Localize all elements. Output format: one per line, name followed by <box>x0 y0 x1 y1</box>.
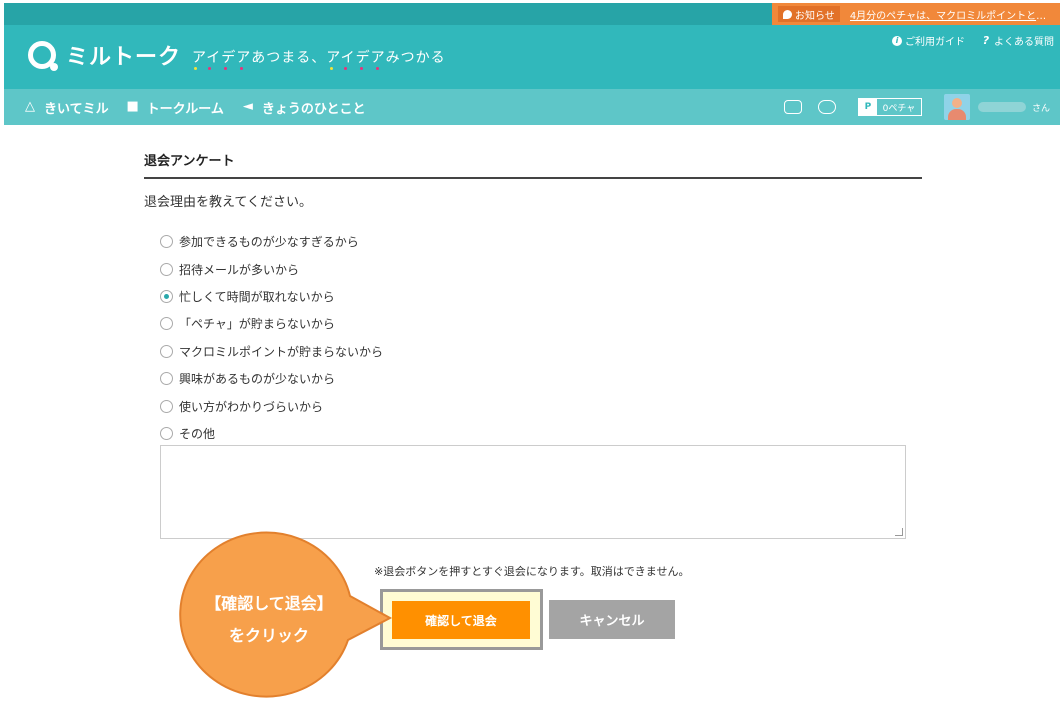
other-reason-textarea[interactable] <box>160 445 906 539</box>
point-badge[interactable]: P 0ペチャ <box>857 98 922 116</box>
confirm-withdraw-button[interactable]: 確認して退会 <box>392 601 530 639</box>
likes-icon[interactable] <box>817 100 836 114</box>
tagline-dot <box>208 67 211 70</box>
tagline-dots <box>194 67 454 71</box>
guide-label: ご利用ガイド <box>905 37 965 48</box>
reason-option[interactable]: 「ペチャ」が貯まらないから <box>160 310 383 337</box>
radio-button[interactable] <box>160 399 173 413</box>
nav-label: トークルーム <box>146 101 224 117</box>
radio-button[interactable] <box>160 344 173 358</box>
tagline-dot <box>194 67 197 70</box>
nav-item-hitokoto[interactable]: ◄ きょうのひとこと <box>240 98 366 117</box>
guide-link[interactable]: i ご利用ガイド <box>892 33 965 48</box>
logo-text: ミルトーク <box>66 45 182 70</box>
cancel-button[interactable]: キャンセル <box>549 600 675 639</box>
option-label: 参加できるものが少なすぎるから <box>179 235 359 250</box>
point-value: 0ペチャ <box>876 99 921 115</box>
faq-label: よくある質問 <box>994 37 1054 48</box>
notice-area: お知らせ 4月分のペチャは、マクロミルポイントとし… <box>772 3 1060 25</box>
reason-option[interactable]: マクロミルポイントが貯まらないから <box>160 338 383 365</box>
callout-line-1: 【確認して退会】 <box>205 594 333 613</box>
notice-link[interactable]: 4月分のペチャは、マクロミルポイントとし… <box>850 7 1050 22</box>
help-links: i ご利用ガイド ? よくある質問 <box>892 33 1054 48</box>
reason-option[interactable]: 招待メールが多いから <box>160 255 383 282</box>
user-name-blurred <box>977 102 1026 112</box>
nav-label: きいてミル <box>44 101 109 117</box>
top-notice-bar: お知らせ 4月分のペチャは、マクロミルポイントとし… <box>4 3 1060 25</box>
radio-button[interactable] <box>160 235 173 249</box>
nav-list: △ きいてミル ■ トークルーム ◄ きょうのひとこと <box>22 89 365 125</box>
main-nav: △ きいてミル ■ トークルーム ◄ きょうのひとこと P 0ペチャ さん <box>4 89 1060 125</box>
radio-button[interactable] <box>160 262 173 276</box>
user-area: P 0ペチャ さん <box>783 89 1050 125</box>
question-icon: ? <box>982 34 990 47</box>
tagline-dot <box>344 67 347 70</box>
reason-option[interactable]: 忙しくて時間が取れないから <box>160 283 383 310</box>
site-logo[interactable]: ミルトーク <box>28 39 181 71</box>
resize-handle[interactable] <box>895 528 903 536</box>
nav-item-talkroom[interactable]: ■ トークルーム <box>125 98 224 117</box>
messages-icon[interactable] <box>783 100 802 114</box>
tagline-dot <box>360 67 363 70</box>
radio-button[interactable] <box>160 317 173 331</box>
withdraw-warning: ※退会ボタンを押すとすぐ退会になります。取消はできません。 <box>374 565 690 578</box>
search-logo-icon <box>28 41 58 71</box>
tagline-dot <box>330 67 333 70</box>
option-label: 興味があるものが少ないから <box>179 372 336 387</box>
info-icon: i <box>892 35 902 46</box>
option-label: 招待メールが多いから <box>179 262 300 277</box>
megaphone-icon: ◄ <box>242 99 253 114</box>
brand-header: ミルトーク アイデアあつまる、アイデアみつかる i ご利用ガイド ? よくある質問 <box>4 25 1060 89</box>
option-label: 使い方がわかりづらいから <box>179 399 324 414</box>
chat-icon: ■ <box>126 99 139 114</box>
reason-option[interactable]: 興味があるものが少ないから <box>160 365 383 392</box>
radio-button[interactable] <box>160 426 173 440</box>
page-title: 退会アンケート <box>144 150 922 179</box>
callout-text: 【確認して退会】 をクリック <box>190 588 348 652</box>
nav-label: きょうのひとこと <box>261 101 366 117</box>
mortarboard-icon: △ <box>25 99 35 114</box>
notice-badge[interactable]: お知らせ <box>778 6 840 22</box>
option-label: その他 <box>179 426 216 441</box>
nav-item-kiitemiru[interactable]: △ きいてミル <box>22 98 109 117</box>
tagline-dot <box>376 67 379 70</box>
tagline-dot <box>240 67 243 70</box>
reason-option[interactable]: 使い方がわかりづらいから <box>160 392 383 419</box>
option-label: 「ペチャ」が貯まらないから <box>179 317 335 332</box>
point-prefix: P <box>858 99 877 115</box>
reason-option[interactable]: その他 <box>160 420 383 447</box>
notice-label: お知らせ <box>795 10 835 22</box>
reason-options: 参加できるものが少なすぎるから 招待メールが多いから 忙しくて時間が取れないから… <box>160 228 383 447</box>
tagline: アイデアあつまる、アイデアみつかる <box>192 50 446 66</box>
survey-question: 退会理由を教えてください。 <box>144 195 312 210</box>
megaphone-icon <box>783 9 792 19</box>
reason-option[interactable]: 参加できるものが少なすぎるから <box>160 228 383 255</box>
option-label: マクロミルポイントが貯まらないから <box>179 344 384 359</box>
faq-link[interactable]: ? よくある質問 <box>981 33 1054 48</box>
option-label: 忙しくて時間が取れないから <box>179 289 335 304</box>
radio-button[interactable] <box>160 372 173 386</box>
callout-line-2: をクリック <box>228 626 309 645</box>
user-suffix: さん <box>1031 103 1050 114</box>
avatar[interactable] <box>943 94 970 120</box>
radio-button[interactable] <box>160 289 173 303</box>
tagline-dot <box>224 67 227 70</box>
